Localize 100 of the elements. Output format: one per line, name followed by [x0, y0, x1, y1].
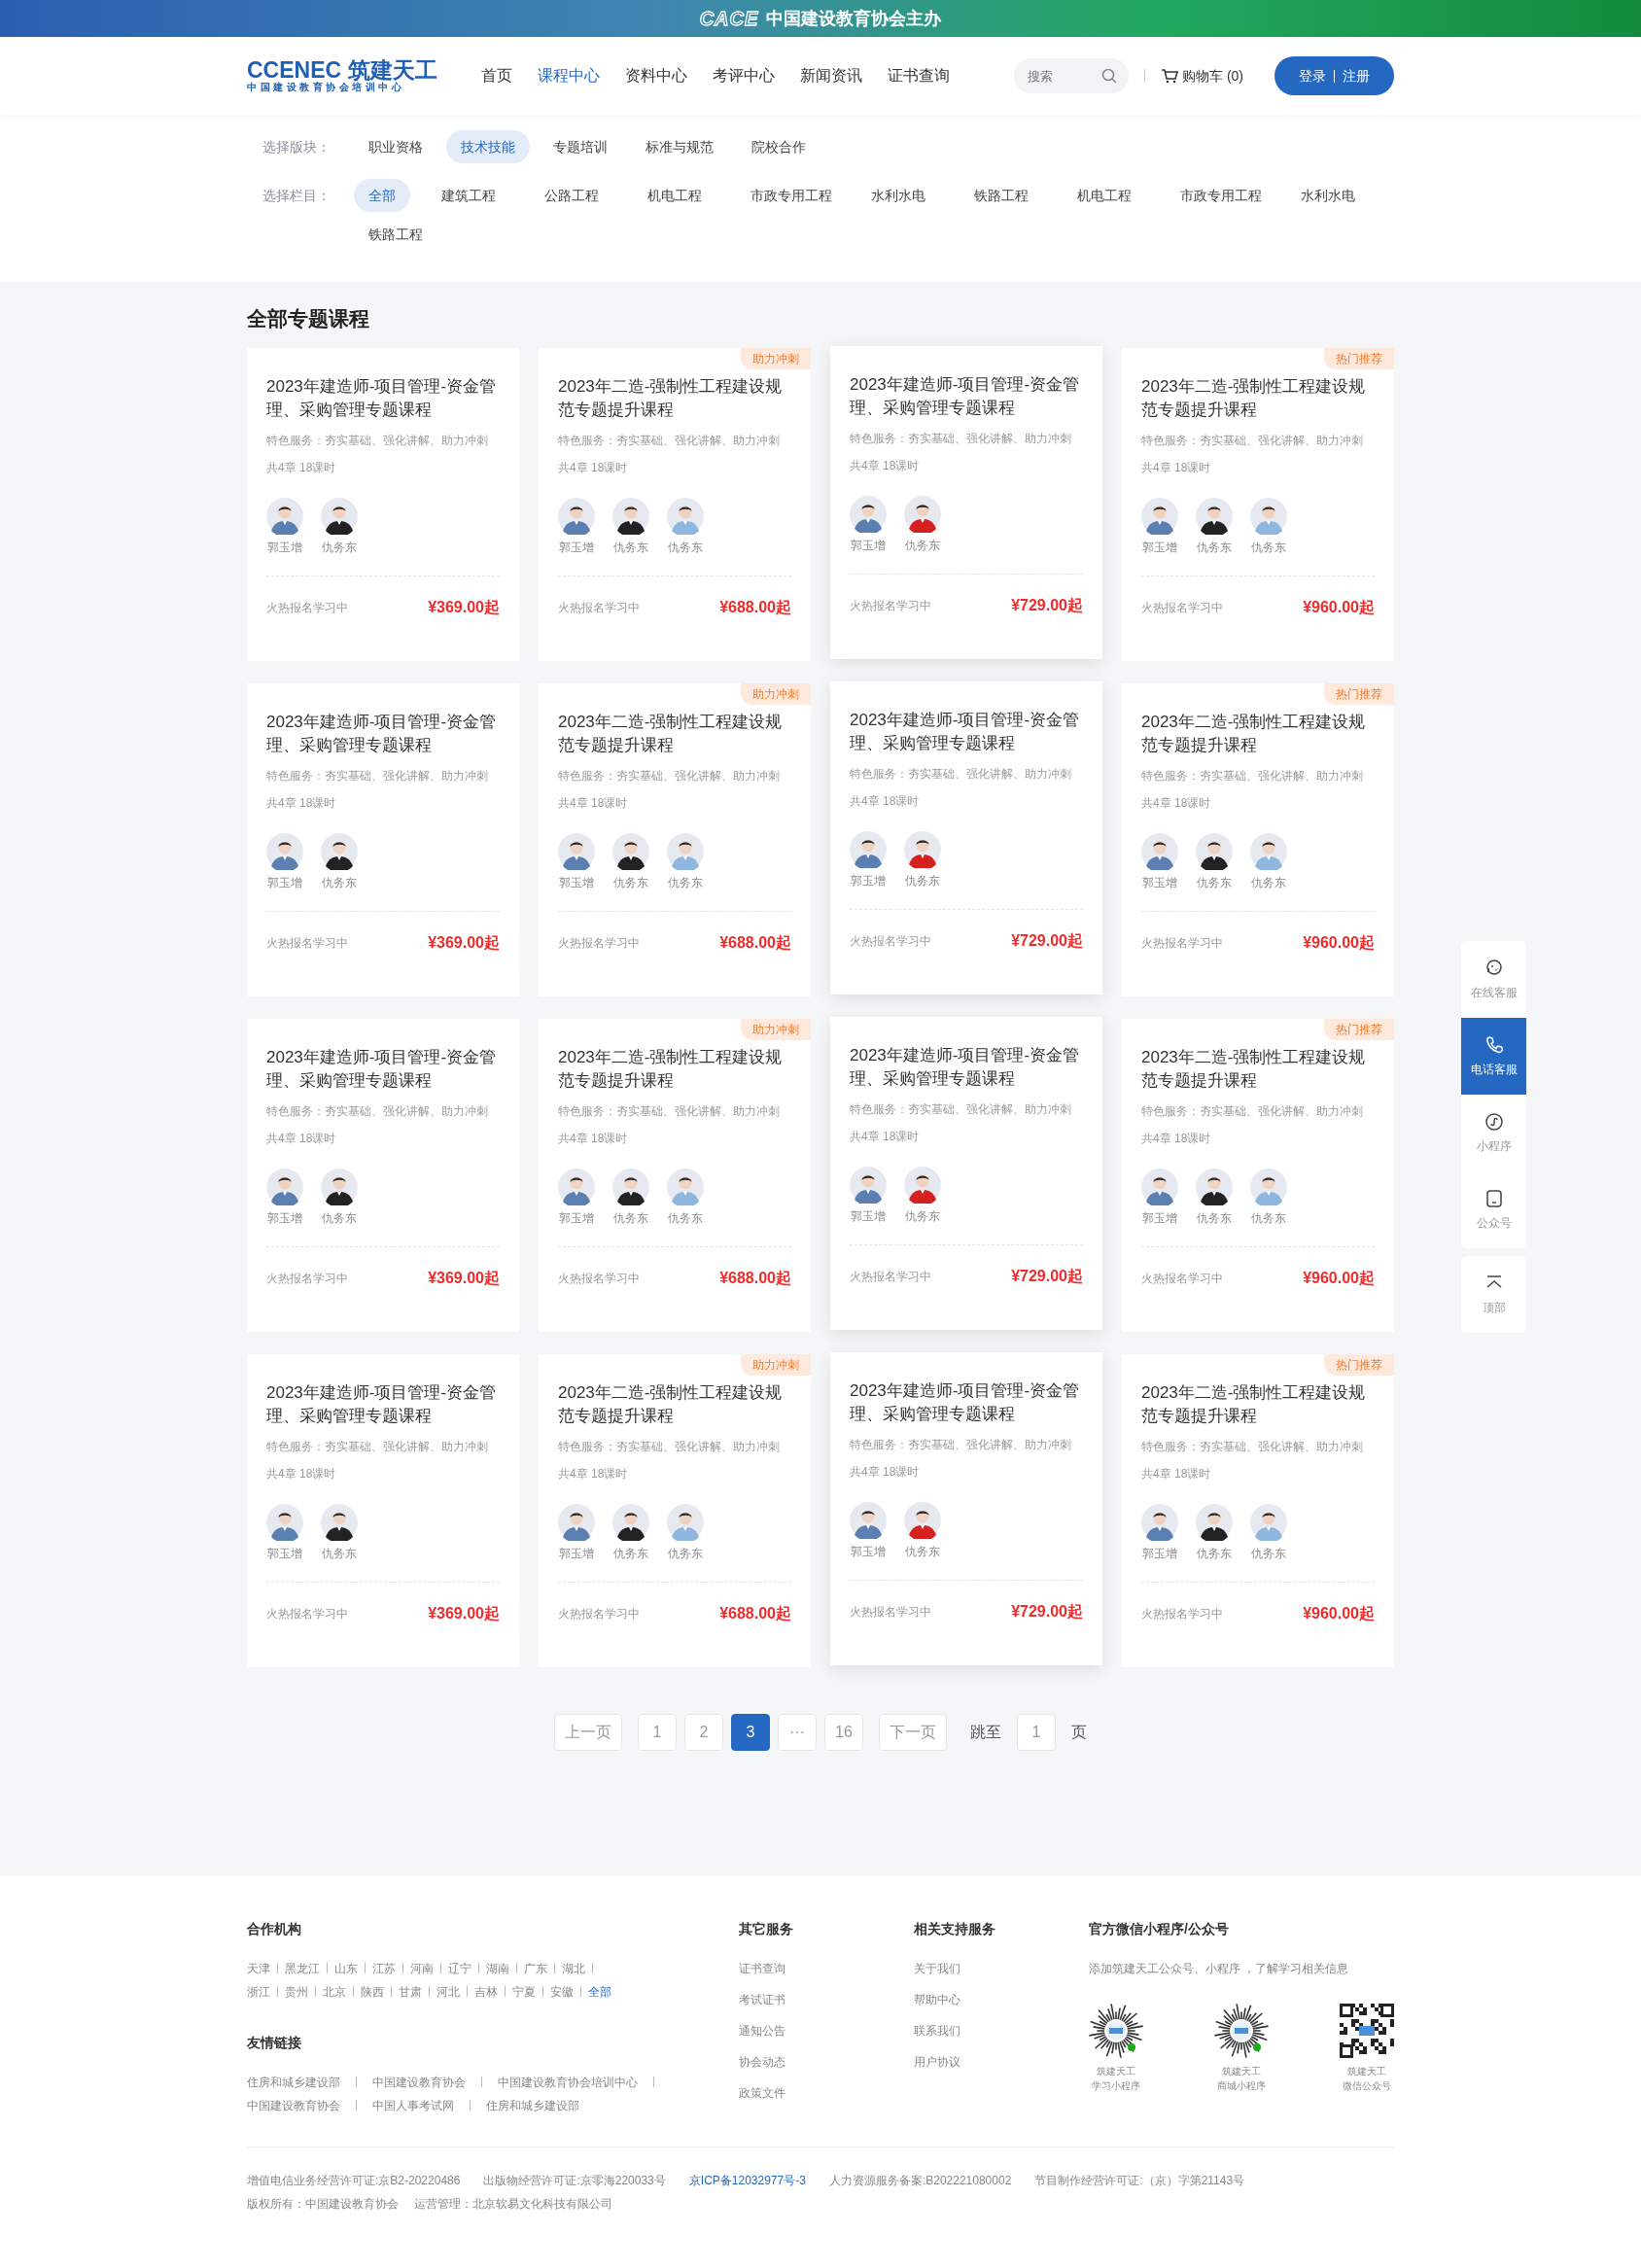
course-title[interactable]: 2023年建造师-项目管理-资金管理、采购管理专题课程 [850, 708, 1083, 755]
course-title[interactable]: 2023年二造-强制性工程建设规范专题提升课程 [1141, 1045, 1375, 1093]
filter-option[interactable]: 水利水电 [856, 179, 950, 212]
filter-option[interactable]: 机电工程 [1063, 179, 1156, 212]
course-title[interactable]: 2023年二造-强制性工程建设规范专题提升课程 [1141, 1380, 1375, 1428]
filter-option[interactable]: 院校合作 [737, 130, 820, 163]
login-button[interactable]: 登录 [1291, 65, 1334, 87]
chapters-text: 共4章 18课时 [850, 792, 921, 810]
footer-link[interactable]: 联系我们 [914, 2019, 1089, 2042]
footer-link[interactable]: 辽宁 [448, 1957, 471, 1980]
course-title[interactable]: 2023年建造师-项目管理-资金管理、采购管理专题课程 [850, 1378, 1083, 1426]
side-tool-button[interactable]: 电话客服 [1461, 1018, 1526, 1095]
price: ¥688.00起 [719, 1268, 791, 1288]
nav-link[interactable]: 新闻资讯 [786, 64, 875, 87]
footer-link[interactable]: 中国建设教育协会 [372, 2071, 466, 2094]
course-card[interactable]: 2023年建造师-项目管理-资金管理、采购管理专题课程 特色服务：夯实基础、强化讲解、助力冲刺 共4章 18课时 郭玉增 仇务东 火热报名学习中 ¥369.00起 [247, 1353, 519, 1667]
footer-link[interactable]: 用户协议 [914, 2050, 1089, 2074]
footer-link[interactable]: 帮助中心 [914, 1988, 1089, 2011]
footer-link[interactable]: 江苏 [372, 1957, 396, 1980]
code-caption: 筑建天工 学习小程序 [1092, 2065, 1140, 2093]
course-title[interactable]: 2023年二造-强制性工程建设规范专题提升课程 [1141, 710, 1375, 757]
filter-option[interactable]: 铁路工程 [960, 179, 1053, 212]
filter-option[interactable]: 技术技能 [446, 130, 530, 163]
course-card[interactable]: 助力冲刺 2023年二造-强制性工程建设规范专题提升课程 特色服务：夯实基础、强化讲解、助力冲刺 共4章 18课时 郭玉增 仇务东 仇务东 火热报名学习中 ¥688.00起 [539, 682, 811, 996]
footer-link[interactable]: 湖北 [562, 1957, 585, 1980]
price: ¥960.00起 [1303, 597, 1375, 617]
filter-option[interactable]: 标准与规范 [631, 130, 728, 163]
course-title[interactable]: 2023年二造-强制性工程建设规范专题提升课程 [558, 1380, 791, 1428]
filter-option[interactable]: 铁路工程 [354, 218, 447, 251]
course-title[interactable]: 2023年二造-强制性工程建设规范专题提升课程 [558, 710, 791, 757]
filter-option[interactable]: 专题培训 [539, 130, 622, 163]
footer-link[interactable]: 黑龙江 [285, 1957, 320, 1980]
filter-option[interactable]: 市政专用工程 [1166, 179, 1276, 212]
course-card[interactable]: 热门推荐 2023年二造-强制性工程建设规范专题提升课程 特色服务：夯实基础、强化讲解、助力冲刺 共4章 18课时 郭玉增 仇务东 仇务东 火热报名学习中 ¥960.00起 [1122, 1018, 1394, 1332]
footer-link[interactable]: 住房和城乡建设部 [486, 2094, 579, 2117]
footer-link[interactable]: 湖南 [486, 1957, 509, 1980]
course-title[interactable]: 2023年建造师-项目管理-资金管理、采购管理专题课程 [266, 710, 500, 757]
course-card[interactable]: 2023年建造师-项目管理-资金管理、采购管理专题课程 特色服务：夯实基础、强化讲解、助力冲刺 共4章 18课时 郭玉增 仇务东 火热报名学习中 ¥369.00起 [247, 682, 519, 996]
course-title[interactable]: 2023年二造-强制性工程建设规范专题提升课程 [1141, 374, 1375, 422]
nav-link[interactable]: 证书查询 [874, 64, 962, 87]
footer-link[interactable]: 甘肃 [399, 1980, 422, 2004]
course-card[interactable]: 热门推荐 2023年二造-强制性工程建设规范专题提升课程 特色服务：夯实基础、强化讲解、助力冲刺 共4章 18课时 郭玉增 仇务东 仇务东 火热报名学习中 ¥960.00起 [1122, 1353, 1394, 1667]
course-card[interactable]: 热门推荐 2023年二造-强制性工程建设规范专题提升课程 特色服务：夯实基础、强化讲解、助力冲刺 共4章 18课时 郭玉增 仇务东 仇务东 火热报名学习中 ¥960.00起 [1122, 682, 1394, 996]
footer-link[interactable]: 河北 [436, 1980, 460, 2004]
footer-link[interactable]: 关于我们 [914, 1957, 1089, 1980]
filter-option[interactable]: 水利水电 [1286, 179, 1379, 212]
nav-link[interactable]: 首页 [468, 64, 525, 87]
footer-link[interactable]: 安徽 [550, 1980, 574, 2004]
filter-option[interactable]: 机电工程 [633, 179, 726, 212]
course-card[interactable]: 2023年建造师-项目管理-资金管理、采购管理专题课程 特色服务：夯实基础、强化讲解、助力冲刺 共4章 18课时 郭玉增 仇务东 火热报名学习中 ¥729.00起 [830, 1351, 1102, 1665]
course-card[interactable]: 2023年建造师-项目管理-资金管理、采购管理专题课程 特色服务：夯实基础、强化讲解、助力冲刺 共4章 18课时 郭玉增 仇务东 火热报名学习中 ¥729.00起 [830, 680, 1102, 994]
course-card[interactable]: 2023年建造师-项目管理-资金管理、采购管理专题课程 特色服务：夯实基础、强化讲解、助力冲刺 共4章 18课时 郭玉增 仇务东 火热报名学习中 ¥729.00起 [830, 1016, 1102, 1330]
footer-link[interactable]: 宁夏 [512, 1980, 536, 2004]
footer-link[interactable]: 贵州 [285, 1980, 308, 2004]
page-button[interactable]: 3 [731, 1713, 770, 1751]
icp-link[interactable]: 京ICP备12032977号-3 [688, 2169, 806, 2192]
course-card[interactable]: 助力冲刺 2023年二造-强制性工程建设规范专题提升课程 特色服务：夯实基础、强化讲解、助力冲刺 共4章 18课时 郭玉增 仇务东 仇务东 火热报名学习中 ¥688.00起 [539, 1018, 811, 1332]
course-title[interactable]: 2023年建造师-项目管理-资金管理、采购管理专题课程 [266, 1380, 500, 1428]
course-card[interactable]: 助力冲刺 2023年二造-强制性工程建设规范专题提升课程 特色服务：夯实基础、强化讲解、助力冲刺 共4章 18课时 郭玉增 仇务东 仇务东 火热报名学习中 ¥688.00起 [539, 1353, 811, 1667]
footer-link[interactable]: 住房和城乡建设部 [247, 2071, 340, 2094]
footer-link[interactable]: 河南 [410, 1957, 434, 1980]
course-card[interactable]: 2023年建造师-项目管理-资金管理、采购管理专题课程 特色服务：夯实基础、强化讲解、助力冲刺 共4章 18课时 郭玉增 仇务东 火热报名学习中 ¥729.00起 [830, 345, 1102, 659]
footer-link[interactable]: 陕西 [361, 1980, 384, 2004]
course-title[interactable]: 2023年建造师-项目管理-资金管理、采购管理专题课程 [850, 1043, 1083, 1091]
filter-option[interactable]: 公路工程 [530, 179, 623, 212]
footer-link[interactable]: 全部 [588, 1980, 611, 2004]
logo[interactable]: CCENEC 筑建天工 [247, 58, 437, 82]
course-title[interactable]: 2023年建造师-项目管理-资金管理、采购管理专题课程 [266, 374, 500, 422]
footer-link[interactable]: 山东 [334, 1957, 358, 1980]
search-field[interactable]: 搜索 [1014, 58, 1129, 93]
footer-link[interactable]: 中国建设教育协会培训中心 [498, 2071, 638, 2094]
footer-link[interactable]: 浙江 [247, 1980, 270, 2004]
course-title[interactable]: 2023年二造-强制性工程建设规范专题提升课程 [558, 374, 791, 422]
nav-link[interactable]: 课程中心 [524, 64, 612, 87]
nav-link[interactable]: 考评中心 [699, 64, 787, 87]
footer-link[interactable]: 中国建设教育协会 [247, 2094, 340, 2117]
footer-link[interactable]: 吉林 [474, 1980, 498, 2004]
footer-link[interactable]: 通知公告 [739, 2019, 914, 2042]
footer-link[interactable]: 考试证书 [739, 1988, 914, 2011]
filter-option[interactable]: 全部 [354, 179, 410, 212]
cart-button[interactable]: 购物车 (0) [1161, 65, 1243, 87]
footer-link[interactable]: 北京 [323, 1980, 346, 2004]
footer-link[interactable]: 天津 [247, 1957, 270, 1980]
filter-option[interactable]: 市政专用工程 [736, 179, 847, 212]
footer-link[interactable]: 中国人事考试网 [372, 2094, 454, 2117]
footer-link[interactable]: 协会动态 [739, 2050, 914, 2074]
nav-link[interactable]: 资料中心 [611, 64, 700, 87]
footer-link[interactable]: 广东 [524, 1957, 547, 1980]
footer-link[interactable]: 证书查询 [739, 1957, 914, 1980]
course-card[interactable]: 2023年建造师-项目管理-资金管理、采购管理专题课程 特色服务：夯实基础、强化讲解、助力冲刺 共4章 18课时 郭玉增 仇务东 火热报名学习中 ¥369.00起 [247, 347, 519, 661]
course-card[interactable]: 助力冲刺 2023年二造-强制性工程建设规范专题提升课程 特色服务：夯实基础、强化讲解、助力冲刺 共4章 18课时 郭玉增 仇务东 仇务东 火热报名学习中 ¥688.00起 [539, 347, 811, 661]
course-title[interactable]: 2023年建造师-项目管理-资金管理、采购管理专题课程 [266, 1045, 500, 1093]
register-button[interactable]: 注册 [1335, 65, 1378, 87]
course-title[interactable]: 2023年二造-强制性工程建设规范专题提升课程 [558, 1045, 791, 1093]
course-card[interactable]: 热门推荐 2023年二造-强制性工程建设规范专题提升课程 特色服务：夯实基础、强化讲解、助力冲刺 共4章 18课时 郭玉增 仇务东 仇务东 火热报名学习中 ¥960.00起 [1122, 347, 1394, 661]
course-card[interactable]: 2023年建造师-项目管理-资金管理、采购管理专题课程 特色服务：夯实基础、强化讲解、助力冲刺 共4章 18课时 郭玉增 仇务东 火热报名学习中 ¥369.00起 [247, 1018, 519, 1332]
filter-option[interactable]: 职业资格 [354, 130, 437, 163]
footer-link[interactable]: 政策文件 [739, 2081, 914, 2105]
course-title[interactable]: 2023年建造师-项目管理-资金管理、采购管理专题课程 [850, 372, 1083, 420]
filter-option[interactable]: 建筑工程 [427, 179, 520, 212]
